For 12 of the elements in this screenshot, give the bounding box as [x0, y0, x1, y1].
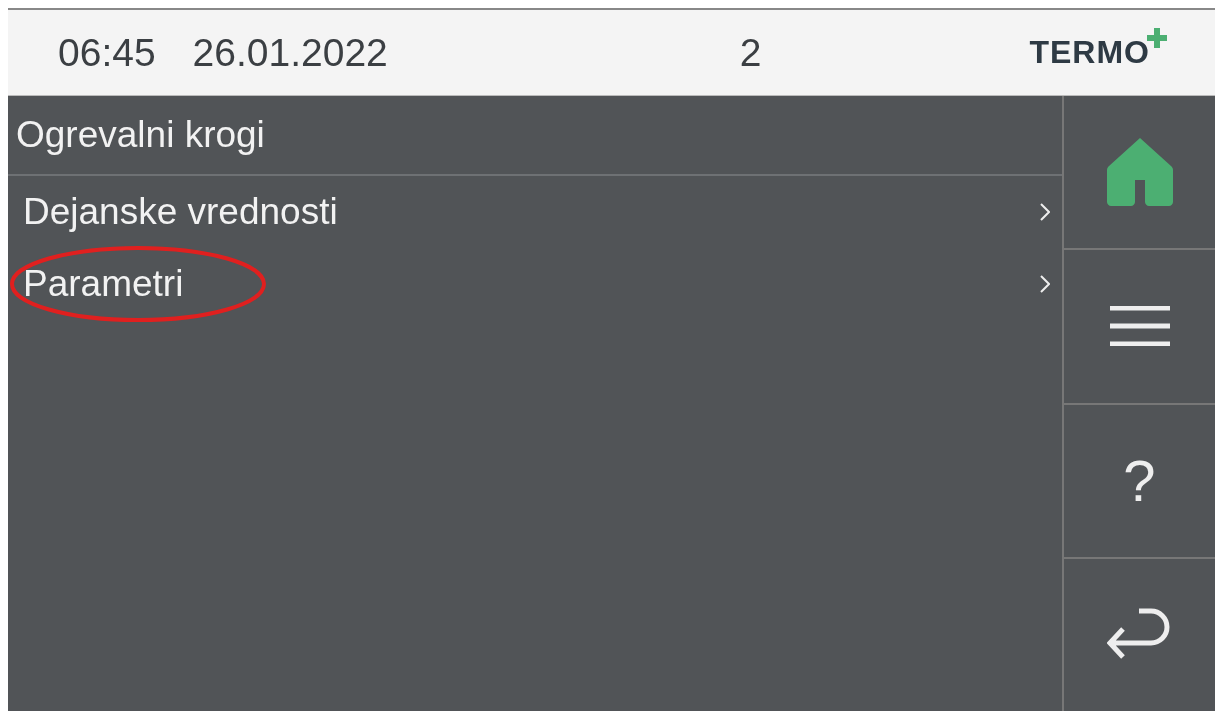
menu-item[interactable]: Parametri — [8, 248, 1062, 320]
menu-icon — [1109, 306, 1170, 347]
status-date: 26.01.2022 — [192, 30, 388, 75]
status-count: 2 — [739, 30, 762, 75]
plus-icon — [1147, 28, 1167, 48]
chevron-icon — [1040, 203, 1050, 221]
status-time: 06:45 — [58, 30, 156, 75]
brand-logo: TERMO — [1029, 34, 1150, 71]
page-title: Ogrevalni krogi — [8, 96, 1062, 176]
chevron-icon — [1040, 275, 1050, 293]
home-icon — [1106, 138, 1173, 207]
menu-item[interactable]: Dejanske vrednosti — [8, 176, 1062, 248]
